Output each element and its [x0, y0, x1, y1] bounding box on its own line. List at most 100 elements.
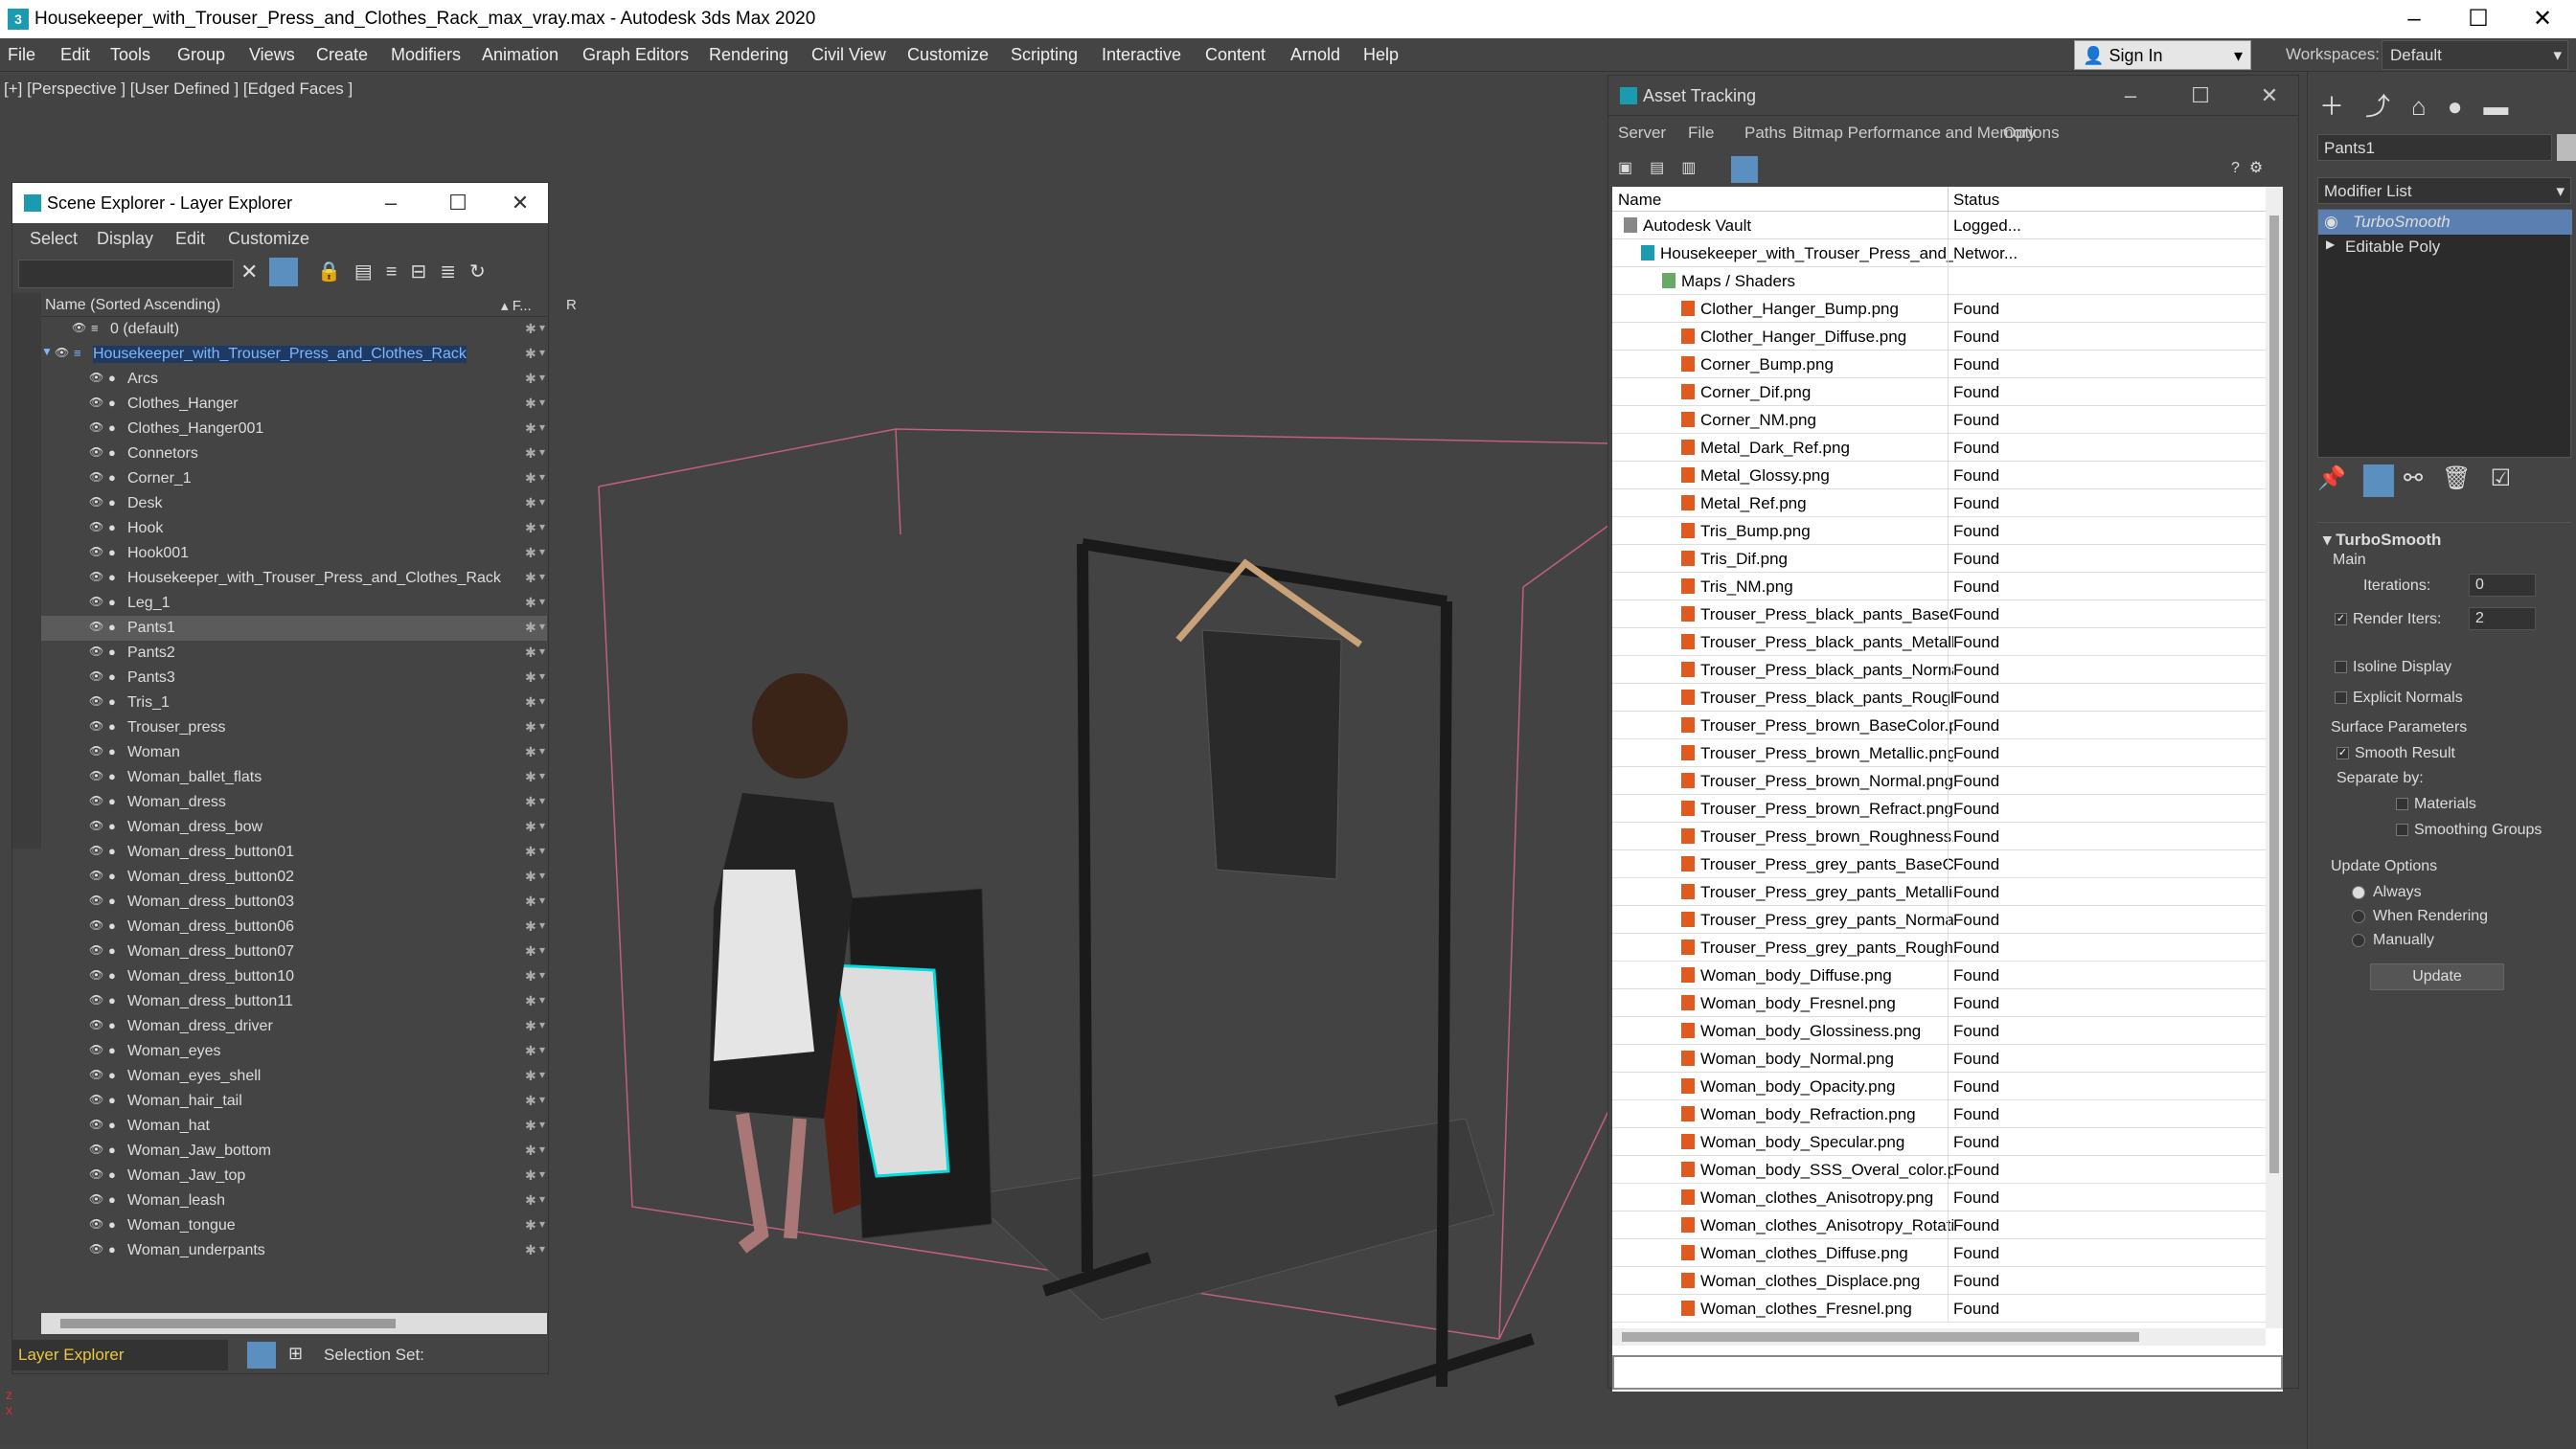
- render-icon[interactable]: ▾: [539, 520, 545, 533]
- render-icon[interactable]: ▾: [539, 819, 545, 832]
- render-icon[interactable]: ▾: [539, 968, 545, 982]
- hierarchy-icon[interactable]: ⊞: [288, 1344, 303, 1364]
- render-icon[interactable]: ▾: [539, 1043, 545, 1056]
- layers-icon[interactable]: [247, 1342, 276, 1369]
- visibility-icon[interactable]: 👁: [89, 595, 106, 612]
- update-button[interactable]: Update: [2370, 963, 2504, 990]
- asset-row[interactable]: Trouser_Press_grey_pants_Roughness.png Fo…: [1612, 934, 2266, 962]
- when-rendering-radio[interactable]: When Rendering: [2352, 908, 2488, 925]
- eye-icon[interactable]: ◉: [2324, 213, 2338, 232]
- layer-row[interactable]: 👁 ● Woman_hair_tail ✱ ▾: [41, 1089, 547, 1114]
- freeze-icon[interactable]: ✱: [525, 495, 536, 511]
- asset-row[interactable]: Tris_Dif.png Found: [1612, 545, 2266, 573]
- freeze-icon[interactable]: ✱: [525, 819, 536, 835]
- layer-row[interactable]: 👁 ● Woman_hat ✱ ▾: [41, 1114, 547, 1139]
- visibility-icon[interactable]: 👁: [89, 1118, 106, 1135]
- visibility-icon[interactable]: 👁: [89, 495, 106, 512]
- layer-row[interactable]: 👁 ● Leg_1 ✱ ▾: [41, 591, 547, 616]
- asset-row[interactable]: Trouser_Press_brown_Metallic.png Found: [1612, 739, 2266, 767]
- asset-row[interactable]: Corner_Dif.png Found: [1612, 378, 2266, 406]
- freeze-icon[interactable]: ✱: [525, 1242, 536, 1258]
- render-icon[interactable]: ▾: [539, 495, 545, 509]
- minimize-button[interactable]: –: [2385, 4, 2443, 34]
- render-icon[interactable]: ▾: [539, 1018, 545, 1031]
- menu-scripting[interactable]: Scripting: [1011, 45, 1078, 65]
- visibility-icon[interactable]: 👁: [89, 545, 106, 562]
- asset-row[interactable]: Trouser_Press_brown_Refract.png Found: [1612, 795, 2266, 823]
- freeze-icon[interactable]: ✱: [525, 1068, 536, 1084]
- at-menu-bitmap-performance-and-memory[interactable]: Bitmap Performance and Memory: [1792, 124, 2036, 143]
- modifier-list-select[interactable]: Modifier List ▾: [2317, 177, 2571, 204]
- render-icon[interactable]: ▾: [539, 719, 545, 733]
- visibility-icon[interactable]: 👁: [89, 669, 106, 687]
- layer-row[interactable]: 👁 ● Pants2 ✱ ▾: [41, 641, 547, 666]
- visibility-icon[interactable]: 👁: [89, 1068, 106, 1085]
- layer-row[interactable]: 👁 ● Woman_dress_driver ✱ ▾: [41, 1014, 547, 1039]
- maximize-button[interactable]: ☐: [2177, 79, 2224, 112]
- toolbar-icons[interactable]: 🔒▤≡⊟≣↻: [317, 260, 499, 283]
- layer-row[interactable]: 👁 ● Woman_dress_button06 ✱ ▾: [41, 915, 547, 940]
- asset-row[interactable]: Trouser_Press_brown_Roughness.png Found: [1612, 823, 2266, 850]
- render-icon[interactable]: ▾: [539, 1217, 545, 1231]
- freeze-icon[interactable]: ✱: [525, 943, 536, 960]
- freeze-icon[interactable]: ✱: [525, 396, 536, 412]
- smooth-result-checkbox[interactable]: ✓ Smooth Result: [2337, 745, 2455, 762]
- render-icon[interactable]: ▾: [539, 943, 545, 957]
- render-icon[interactable]: ▾: [539, 371, 545, 384]
- at-menu-file[interactable]: File: [1688, 124, 1714, 143]
- asset-row[interactable]: Autodesk Vault Logged...: [1612, 212, 2266, 239]
- asset-row[interactable]: Woman_body_Fresnel.png Found: [1612, 989, 2266, 1017]
- layer-row[interactable]: 👁 ● Hook ✱ ▾: [41, 516, 547, 541]
- freeze-icon[interactable]: ✱: [525, 1217, 536, 1234]
- col-render[interactable]: R: [566, 297, 577, 313]
- freeze-icon[interactable]: ✱: [525, 445, 536, 462]
- layer-row[interactable]: 👁 ● Woman_dress_button03 ✱ ▾: [41, 890, 547, 915]
- materials-checkbox[interactable]: Materials: [2396, 796, 2476, 813]
- path-field[interactable]: [1612, 1355, 2283, 1390]
- layer-row[interactable]: 👁 ● Connetors ✱ ▾: [41, 441, 547, 466]
- menu-customize[interactable]: Customize: [907, 45, 989, 65]
- visibility-icon[interactable]: 👁: [89, 1093, 106, 1110]
- visibility-icon[interactable]: 👁: [89, 918, 106, 936]
- close-button[interactable]: ✕: [2245, 79, 2293, 112]
- stack-item-turbosmooth[interactable]: ◉ TurboSmooth: [2318, 210, 2572, 235]
- menu-content[interactable]: Content: [1205, 45, 1265, 65]
- asset-row[interactable]: Woman_body_Specular.png Found: [1612, 1128, 2266, 1156]
- freeze-icon[interactable]: ✱: [525, 1093, 536, 1109]
- visibility-icon[interactable]: 👁: [89, 769, 106, 786]
- freeze-icon[interactable]: ✱: [525, 694, 536, 711]
- visibility-icon[interactable]: 👁: [89, 445, 106, 463]
- menu-graph-editors[interactable]: Graph Editors: [582, 45, 689, 65]
- asset-row[interactable]: Woman_clothes_Fresnel.png Found: [1612, 1295, 2266, 1323]
- layer-row[interactable]: 👁 ● Tris_1 ✱ ▾: [41, 691, 547, 715]
- freeze-icon[interactable]: ✱: [525, 570, 536, 586]
- render-icon[interactable]: ▾: [539, 669, 545, 683]
- explicit-normals-checkbox[interactable]: Explicit Normals: [2335, 690, 2463, 707]
- scene-explorer-side-toolbar[interactable]: [12, 293, 41, 849]
- layer-row[interactable]: 👁 ● Woman_dress ✱ ▾: [41, 790, 547, 815]
- freeze-icon[interactable]: ✱: [525, 371, 536, 387]
- horizontal-scrollbar[interactable]: [41, 1313, 547, 1334]
- render-icon[interactable]: ▾: [539, 321, 545, 334]
- close-button[interactable]: ✕: [2514, 4, 2571, 34]
- se-menu-customize[interactable]: Customize: [228, 229, 309, 249]
- close-button[interactable]: ✕: [496, 187, 544, 219]
- stack-toolbar-icons[interactable]: ⚯🗑☑: [2404, 464, 2530, 492]
- visibility-icon[interactable]: 👁: [72, 321, 89, 338]
- render-icon[interactable]: ▾: [539, 645, 545, 658]
- freeze-icon[interactable]: ✱: [525, 719, 536, 736]
- rollout-title[interactable]: ▾ TurboSmooth: [2323, 531, 2441, 550]
- asset-row[interactable]: Maps / Shaders: [1612, 267, 2266, 295]
- asset-row[interactable]: Woman_clothes_Anisotropy_Rotation.png Fou…: [1612, 1211, 2266, 1239]
- asset-row[interactable]: Metal_Glossy.png Found: [1612, 462, 2266, 489]
- freeze-icon[interactable]: ✱: [525, 1043, 536, 1059]
- render-icon[interactable]: ▾: [539, 844, 545, 857]
- render-icon[interactable]: ▾: [539, 894, 545, 907]
- menu-tools[interactable]: Tools: [110, 45, 150, 65]
- render-icon[interactable]: ▾: [539, 993, 545, 1007]
- freeze-icon[interactable]: ✱: [525, 844, 536, 860]
- freeze-icon[interactable]: ✱: [525, 1192, 536, 1209]
- visibility-icon[interactable]: 👁: [89, 371, 106, 388]
- asset-row[interactable]: Tris_Bump.png Found: [1612, 517, 2266, 545]
- maximize-button[interactable]: ☐: [2450, 4, 2507, 34]
